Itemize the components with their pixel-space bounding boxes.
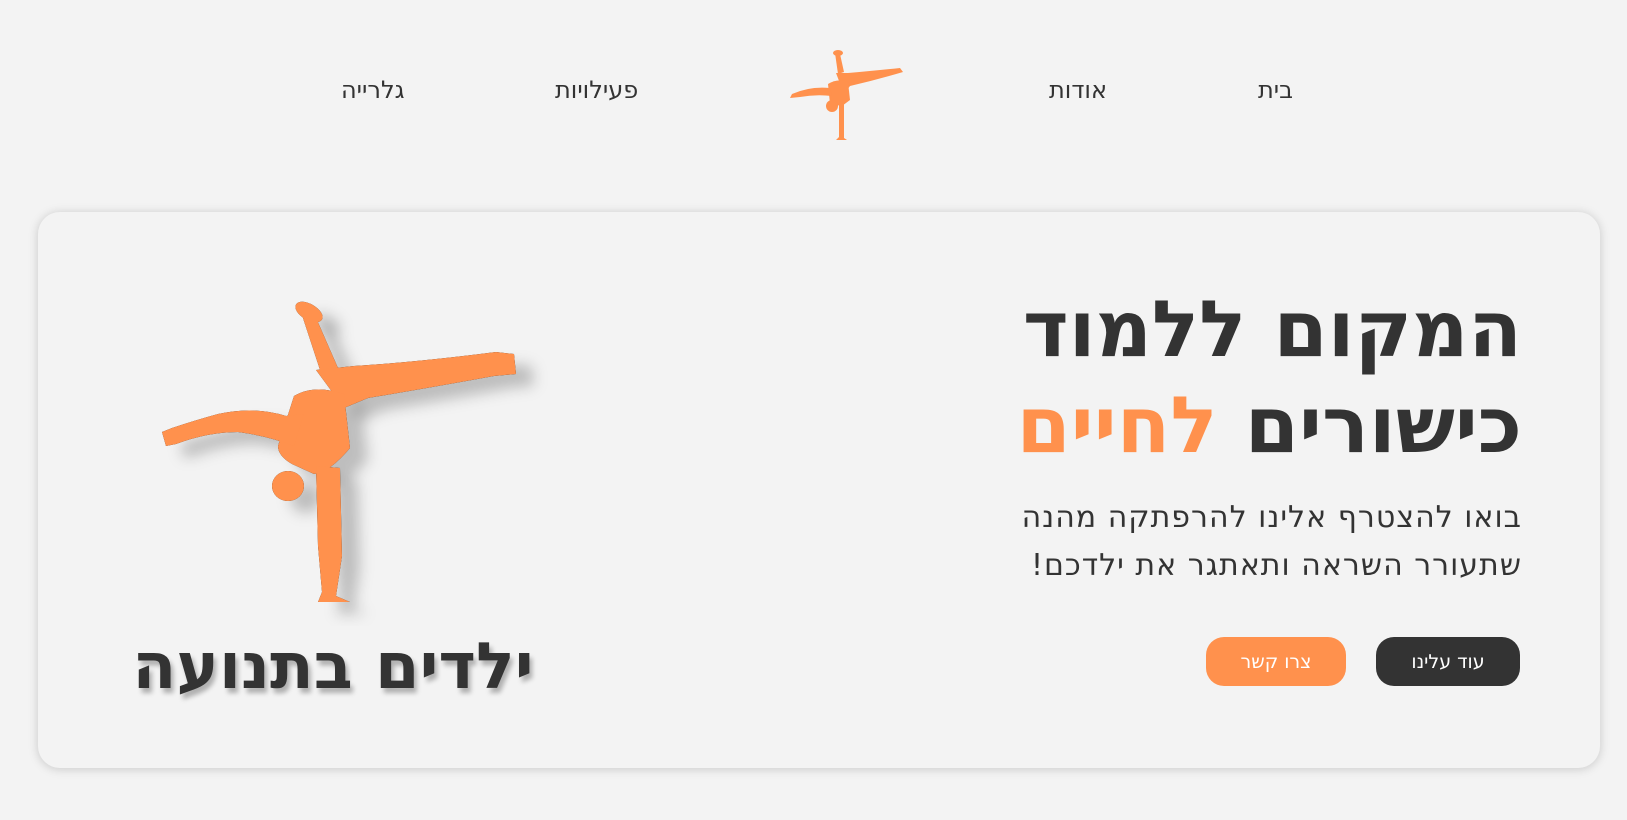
breakdancer-logo-icon[interactable] (786, 48, 904, 144)
nav-activities-link[interactable]: פעילויות (555, 76, 638, 104)
nav-home-link[interactable]: בית (1258, 76, 1293, 104)
about-us-button[interactable]: עוד עלינו (1376, 637, 1520, 686)
subtitle-line-1: בואו להצטרף אלינו להרפתקה מהנה (1021, 500, 1522, 535)
hero-subtitle: בואו להצטרף אלינו להרפתקה מהנה שתעורר הש… (922, 494, 1522, 590)
brand-name: ילדים בתנועה (132, 630, 534, 704)
nav-about-link[interactable]: אודות (1049, 76, 1107, 104)
subtitle-line-2: שתעורר השראה ותאתגר את ילדכם! (1030, 548, 1522, 583)
hero-card: ילדים בתנועה המקום ללמוד כישורים לחיים ב… (38, 212, 1600, 768)
headline-line-1: המקום ללמוד (1022, 285, 1522, 375)
headline-line-2-word: כישורים (1244, 381, 1522, 471)
hero-headline: המקום ללמוד כישורים לחיים (742, 282, 1523, 474)
nav-gallery-link[interactable]: גלרייה (341, 76, 405, 104)
headline-accent-word: לחיים (1016, 381, 1218, 471)
contact-us-button[interactable]: צרו קשר (1206, 637, 1346, 686)
breakdancer-silhouette-icon (162, 297, 534, 614)
